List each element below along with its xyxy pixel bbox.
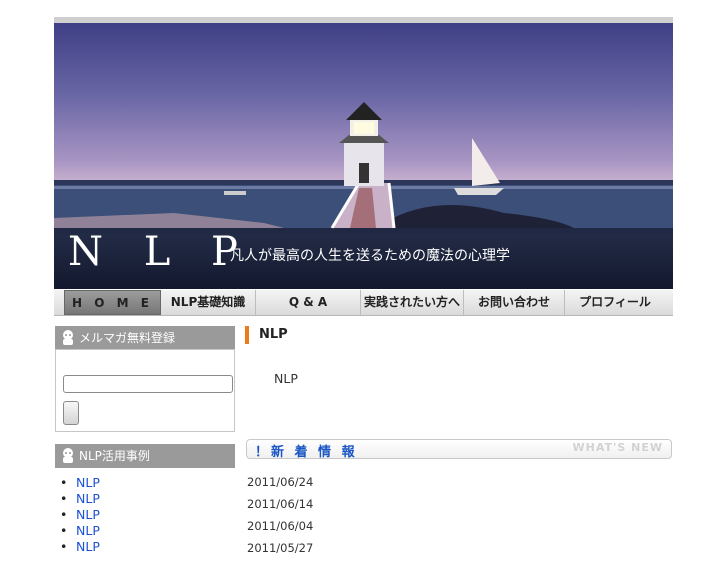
news-subtitle: WHAT'S NEW [572,441,663,454]
site-tagline: 凡人が最高の人生を送るための魔法の心理学 [230,248,510,264]
case-link[interactable]: NLP [76,475,100,490]
bullet-icon: • [60,539,68,554]
page-body-text: NLP [274,371,298,386]
nav-qa[interactable]: Q & A [256,290,361,315]
newsletter-heading: メルマガ無料登録 [55,326,235,350]
newsletter-submit-button[interactable] [63,401,79,425]
character-icon [60,447,76,463]
bullet-icon: • [60,475,68,490]
list-item[interactable]: • NLP [60,475,100,491]
site-logo[interactable]: N L P [68,229,252,275]
character-icon [60,329,76,345]
list-item[interactable]: • NLP [60,507,100,523]
news-heading: ！新 着 情 報 WHAT'S NEW [246,439,672,460]
news-title: ！新 着 情 報 [255,445,358,460]
cases-heading-label: NLP活用事例 [79,449,150,463]
nav-nlp-basics[interactable]: NLP基礎知識 [161,290,256,315]
list-item[interactable]: • NLP [60,539,100,555]
page-title: NLP [245,326,288,344]
nav-contact[interactable]: お問い合わせ [464,290,565,315]
news-date: 2011/05/27 [247,541,314,555]
list-item[interactable]: • NLP [60,523,100,539]
list-item[interactable]: • NLP [60,491,100,507]
newsletter-email-input[interactable] [63,375,233,393]
cases-heading: NLP活用事例 [55,444,235,468]
case-link[interactable]: NLP [76,523,100,538]
news-date: 2011/06/04 [247,519,314,533]
bullet-icon: • [60,507,68,522]
newsletter-box [55,349,235,432]
case-link[interactable]: NLP [76,507,100,522]
bullet-icon: • [60,523,68,538]
newsletter-heading-label: メルマガ無料登録 [79,331,176,345]
main-nav: H O M E NLP基礎知識 Q & A 実践されたい方へ お問い合わせ プロ… [54,290,673,316]
cases-list: • NLP • NLP • NLP • NLP • NLP [60,475,100,555]
case-link[interactable]: NLP [76,491,100,506]
news-date: 2011/06/14 [247,497,314,511]
nav-profile[interactable]: プロフィール [565,290,665,315]
case-link[interactable]: NLP [76,539,100,554]
header-banner: N L P 凡人が最高の人生を送るための魔法の心理学 [54,23,673,289]
news-list: 2011/06/24 2011/06/14 2011/06/04 2011/05… [247,474,313,562]
nav-practice[interactable]: 実践されたい方へ [361,290,464,315]
news-date: 2011/06/24 [247,475,314,489]
nav-home[interactable]: H O M E [64,290,161,315]
bullet-icon: • [60,491,68,506]
